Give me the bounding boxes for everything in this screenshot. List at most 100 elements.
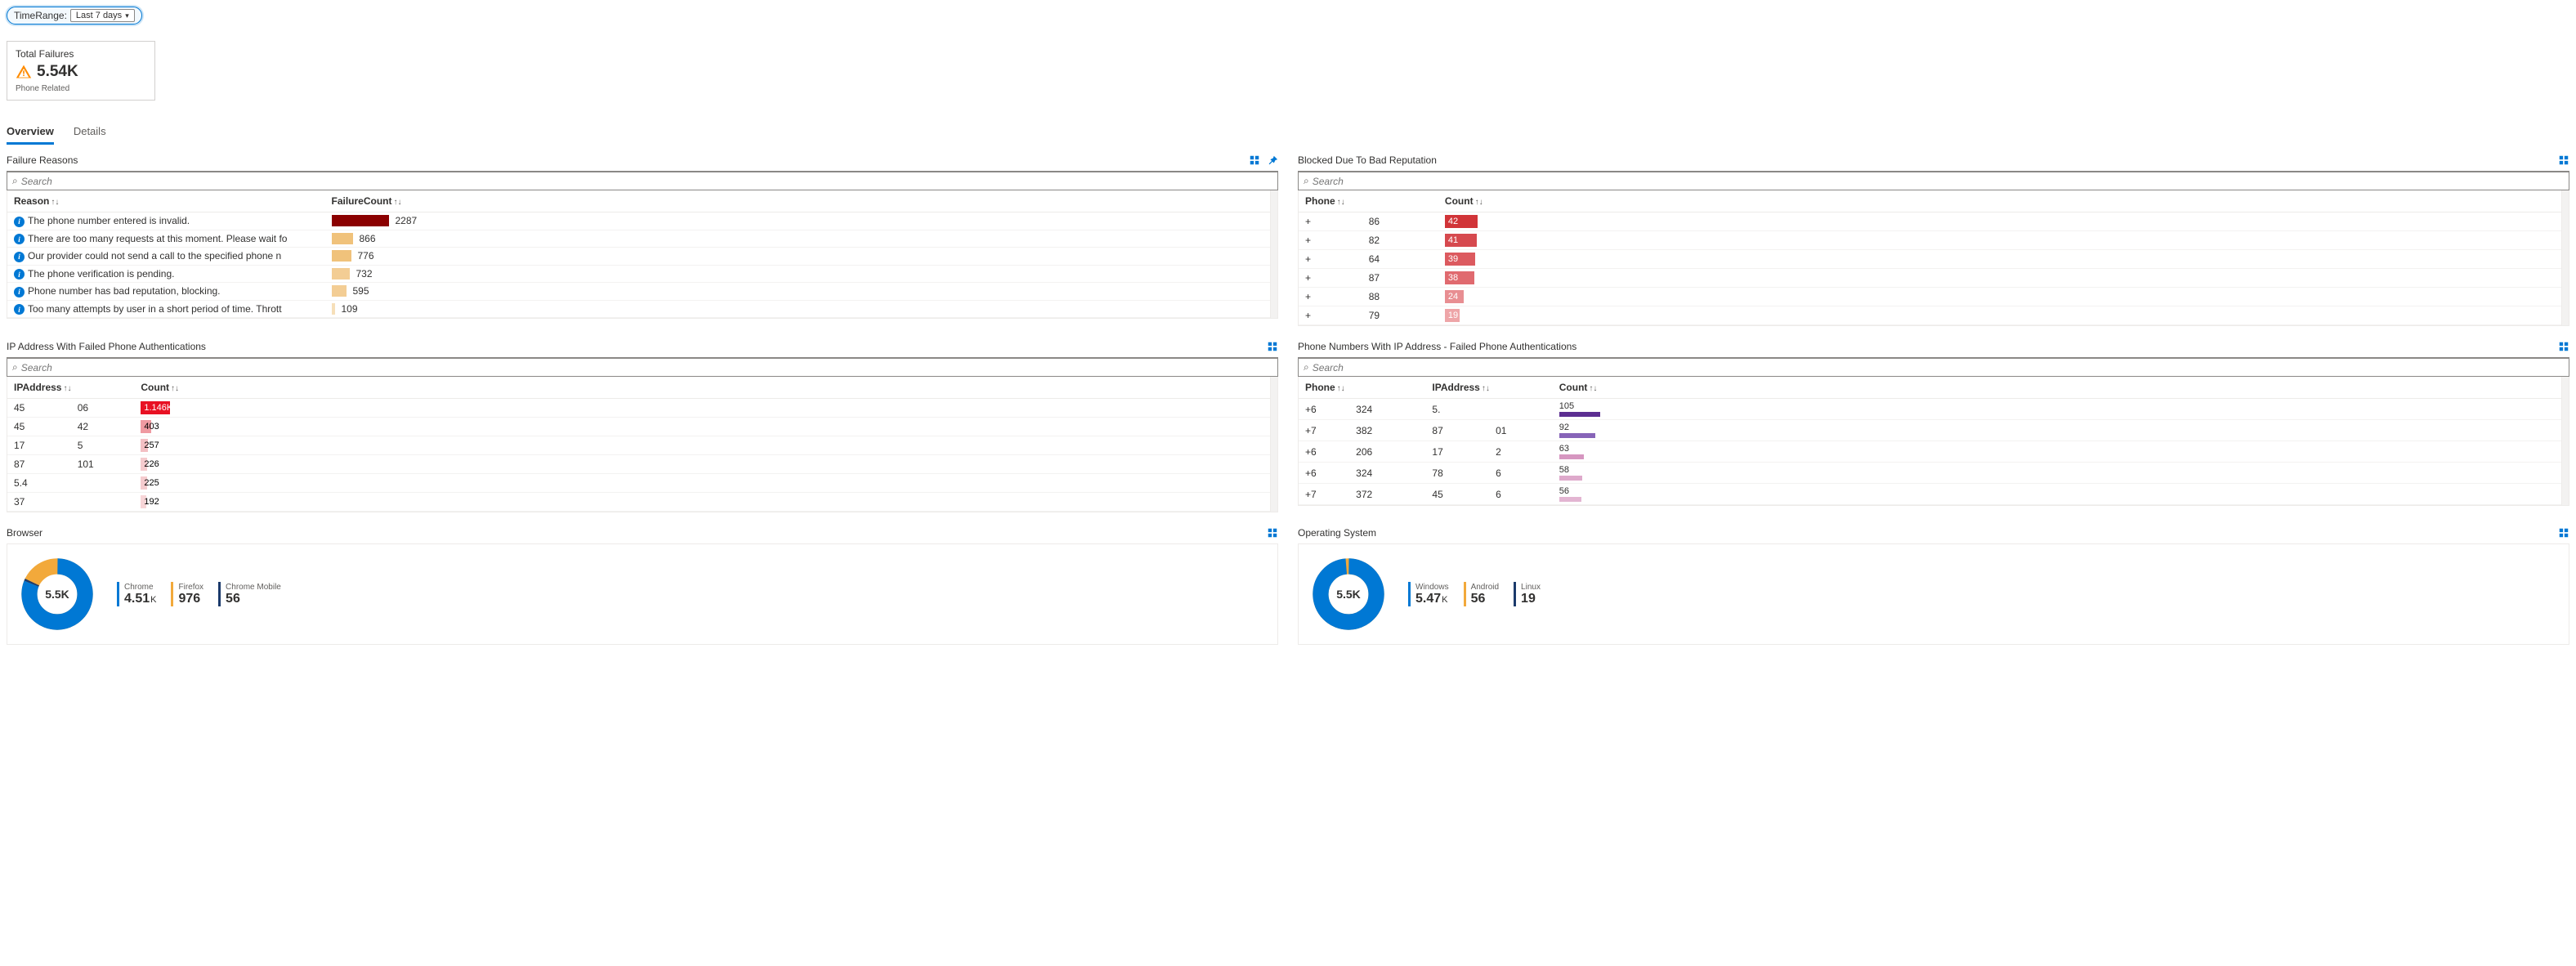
col-phone[interactable]: Phone↑↓ — [1299, 190, 1438, 212]
col-count[interactable]: Count↑↓ — [1438, 190, 2569, 212]
col-ip[interactable]: IPAddress↑↓ — [1425, 377, 1552, 399]
search-input[interactable] — [21, 362, 1272, 373]
table-row[interactable]: +88 24 — [1299, 288, 2569, 306]
scrollbar-thumb[interactable] — [1272, 378, 1277, 419]
total-failures-card[interactable]: Total Failures 5.54K Phone Related — [7, 41, 155, 101]
total-failures-subtitle: Phone Related — [16, 84, 146, 93]
cell-ip-part: 87 — [1425, 420, 1489, 441]
cell-phone-part: +7 — [1299, 484, 1349, 505]
cell-count: 63 — [1553, 441, 2569, 463]
panel-title: Operating System — [1298, 527, 1376, 539]
legend-item[interactable]: Windows 5.47K — [1408, 582, 1449, 606]
cell-phone: + — [1299, 212, 1362, 231]
legend-item[interactable]: Android 56 — [1464, 582, 1499, 606]
table-row[interactable]: 37 192 — [7, 493, 1277, 512]
table-row[interactable]: +79 19 — [1299, 306, 2569, 325]
table-row[interactable]: +86 42 — [1299, 212, 2569, 231]
log-analytics-icon[interactable] — [2558, 527, 2569, 539]
cell-ip-part: 6 — [1489, 484, 1553, 505]
table-bad-reputation: Phone↑↓ Count↑↓ +86 42+82 41+64 39+87 38… — [1298, 190, 2569, 326]
search-bar[interactable]: ⌕ — [7, 171, 1278, 190]
search-input[interactable] — [1313, 176, 2564, 187]
donut-center-value: 5.5K — [45, 588, 69, 601]
table-row[interactable]: +82 41 — [1299, 231, 2569, 250]
tab-overview[interactable]: Overview — [7, 125, 54, 145]
time-range-select[interactable]: Last 7 days ▾ — [70, 9, 135, 22]
table-row[interactable]: 4506 1.146K — [7, 399, 1277, 418]
col-phone[interactable]: Phone↑↓ — [1299, 377, 1425, 399]
search-bar[interactable]: ⌕ — [1298, 171, 2569, 190]
log-analytics-icon[interactable] — [1267, 341, 1278, 352]
col-ip[interactable]: IPAddress↑↓ — [7, 377, 134, 399]
cell-ip-part — [71, 474, 135, 493]
cell-ip-part: 45 — [7, 399, 71, 418]
scrollbar-thumb[interactable] — [2563, 192, 2568, 241]
legend-label: Chrome Mobile — [226, 583, 281, 592]
cell-reason: iThe phone number entered is invalid. — [7, 212, 325, 230]
table-row[interactable]: iThe phone verification is pending. 732 — [7, 265, 1277, 283]
table-row[interactable]: iThere are too many requests at this mom… — [7, 230, 1277, 248]
table-row[interactable]: iThe phone number entered is invalid. 22… — [7, 212, 1277, 230]
legend-browser: Chrome 4.51K Firefox 976 Chrome Mobile 5… — [117, 582, 281, 606]
log-analytics-icon[interactable] — [2558, 341, 2569, 352]
table-row[interactable]: +64 39 — [1299, 250, 2569, 269]
legend-label: Chrome — [124, 583, 156, 592]
tab-details[interactable]: Details — [74, 125, 106, 145]
total-failures-value: 5.54K — [37, 63, 78, 81]
table-row[interactable]: 87101 226 — [7, 455, 1277, 474]
legend-value: 56 — [226, 592, 281, 606]
search-input[interactable] — [1313, 362, 2564, 373]
table-failure-reasons: Reason↑↓ FailureCount↑↓ iThe phone numbe… — [7, 190, 1278, 319]
search-input[interactable] — [21, 176, 1272, 187]
col-count[interactable]: Count↑↓ — [134, 377, 1277, 399]
table-row[interactable]: +6206 172 63 — [1299, 441, 2569, 463]
cell-reason: iToo many attempts by user in a short pe… — [7, 300, 325, 318]
cell-count: 41 — [1438, 231, 2569, 250]
scrollbar-thumb[interactable] — [1272, 192, 1277, 241]
legend-item[interactable]: Linux 19 — [1514, 582, 1541, 606]
scrollbar-thumb[interactable] — [2563, 378, 2568, 411]
legend-item[interactable]: Firefox 976 — [171, 582, 203, 606]
table-row[interactable]: 5.4 225 — [7, 474, 1277, 493]
table-row[interactable]: iPhone number has bad reputation, blocki… — [7, 283, 1277, 301]
col-count[interactable]: Count↑↓ — [1553, 377, 2569, 399]
col-reason[interactable]: Reason↑↓ — [7, 190, 325, 212]
chevron-down-icon: ▾ — [125, 11, 129, 20]
legend-value: 5.47K — [1415, 592, 1449, 606]
time-range-filter[interactable]: TimeRange: Last 7 days ▾ — [7, 7, 142, 25]
legend-item[interactable]: Chrome 4.51K — [117, 582, 156, 606]
table-row[interactable]: +6324 786 58 — [1299, 463, 2569, 484]
cell-phone-part: 324 — [1349, 399, 1425, 420]
pin-icon[interactable] — [1267, 154, 1278, 166]
search-bar[interactable]: ⌕ — [1298, 357, 2569, 377]
cell-count: 226 — [134, 455, 1277, 474]
table-row[interactable]: +7372 456 56 — [1299, 484, 2569, 505]
table-row[interactable]: +87 38 — [1299, 269, 2569, 288]
cell-count: 42 — [1438, 212, 2569, 231]
col-failurecount[interactable]: FailureCount↑↓ — [325, 190, 1278, 212]
cell-count: 38 — [1438, 269, 2569, 288]
cell-ip-part: 87 — [7, 455, 71, 474]
cell-phone-part: 82 — [1362, 231, 1438, 250]
search-bar[interactable]: ⌕ — [7, 357, 1278, 377]
cell-phone-part: 79 — [1362, 306, 1438, 325]
info-icon: i — [14, 304, 25, 315]
cell-ip-part: 06 — [71, 399, 135, 418]
legend-color-icon — [1514, 582, 1516, 606]
log-analytics-icon[interactable] — [1249, 154, 1260, 166]
search-icon: ⌕ — [1304, 175, 1309, 187]
cell-count: 109 — [325, 300, 1278, 318]
table-row[interactable]: 175 257 — [7, 436, 1277, 455]
log-analytics-icon[interactable] — [2558, 154, 2569, 166]
info-icon: i — [14, 217, 25, 227]
table-row[interactable]: iOur provider could not send a call to t… — [7, 248, 1277, 266]
panel-title: IP Address With Failed Phone Authenticat… — [7, 341, 206, 352]
table-row[interactable]: 4542 403 — [7, 418, 1277, 436]
table-row[interactable]: +6324 5. 105 — [1299, 399, 2569, 420]
legend-label: Firefox — [178, 583, 203, 592]
legend-value: 56 — [1471, 592, 1499, 606]
table-row[interactable]: iToo many attempts by user in a short pe… — [7, 300, 1277, 318]
table-row[interactable]: +7382 8701 92 — [1299, 420, 2569, 441]
log-analytics-icon[interactable] — [1267, 527, 1278, 539]
legend-item[interactable]: Chrome Mobile 56 — [218, 582, 281, 606]
